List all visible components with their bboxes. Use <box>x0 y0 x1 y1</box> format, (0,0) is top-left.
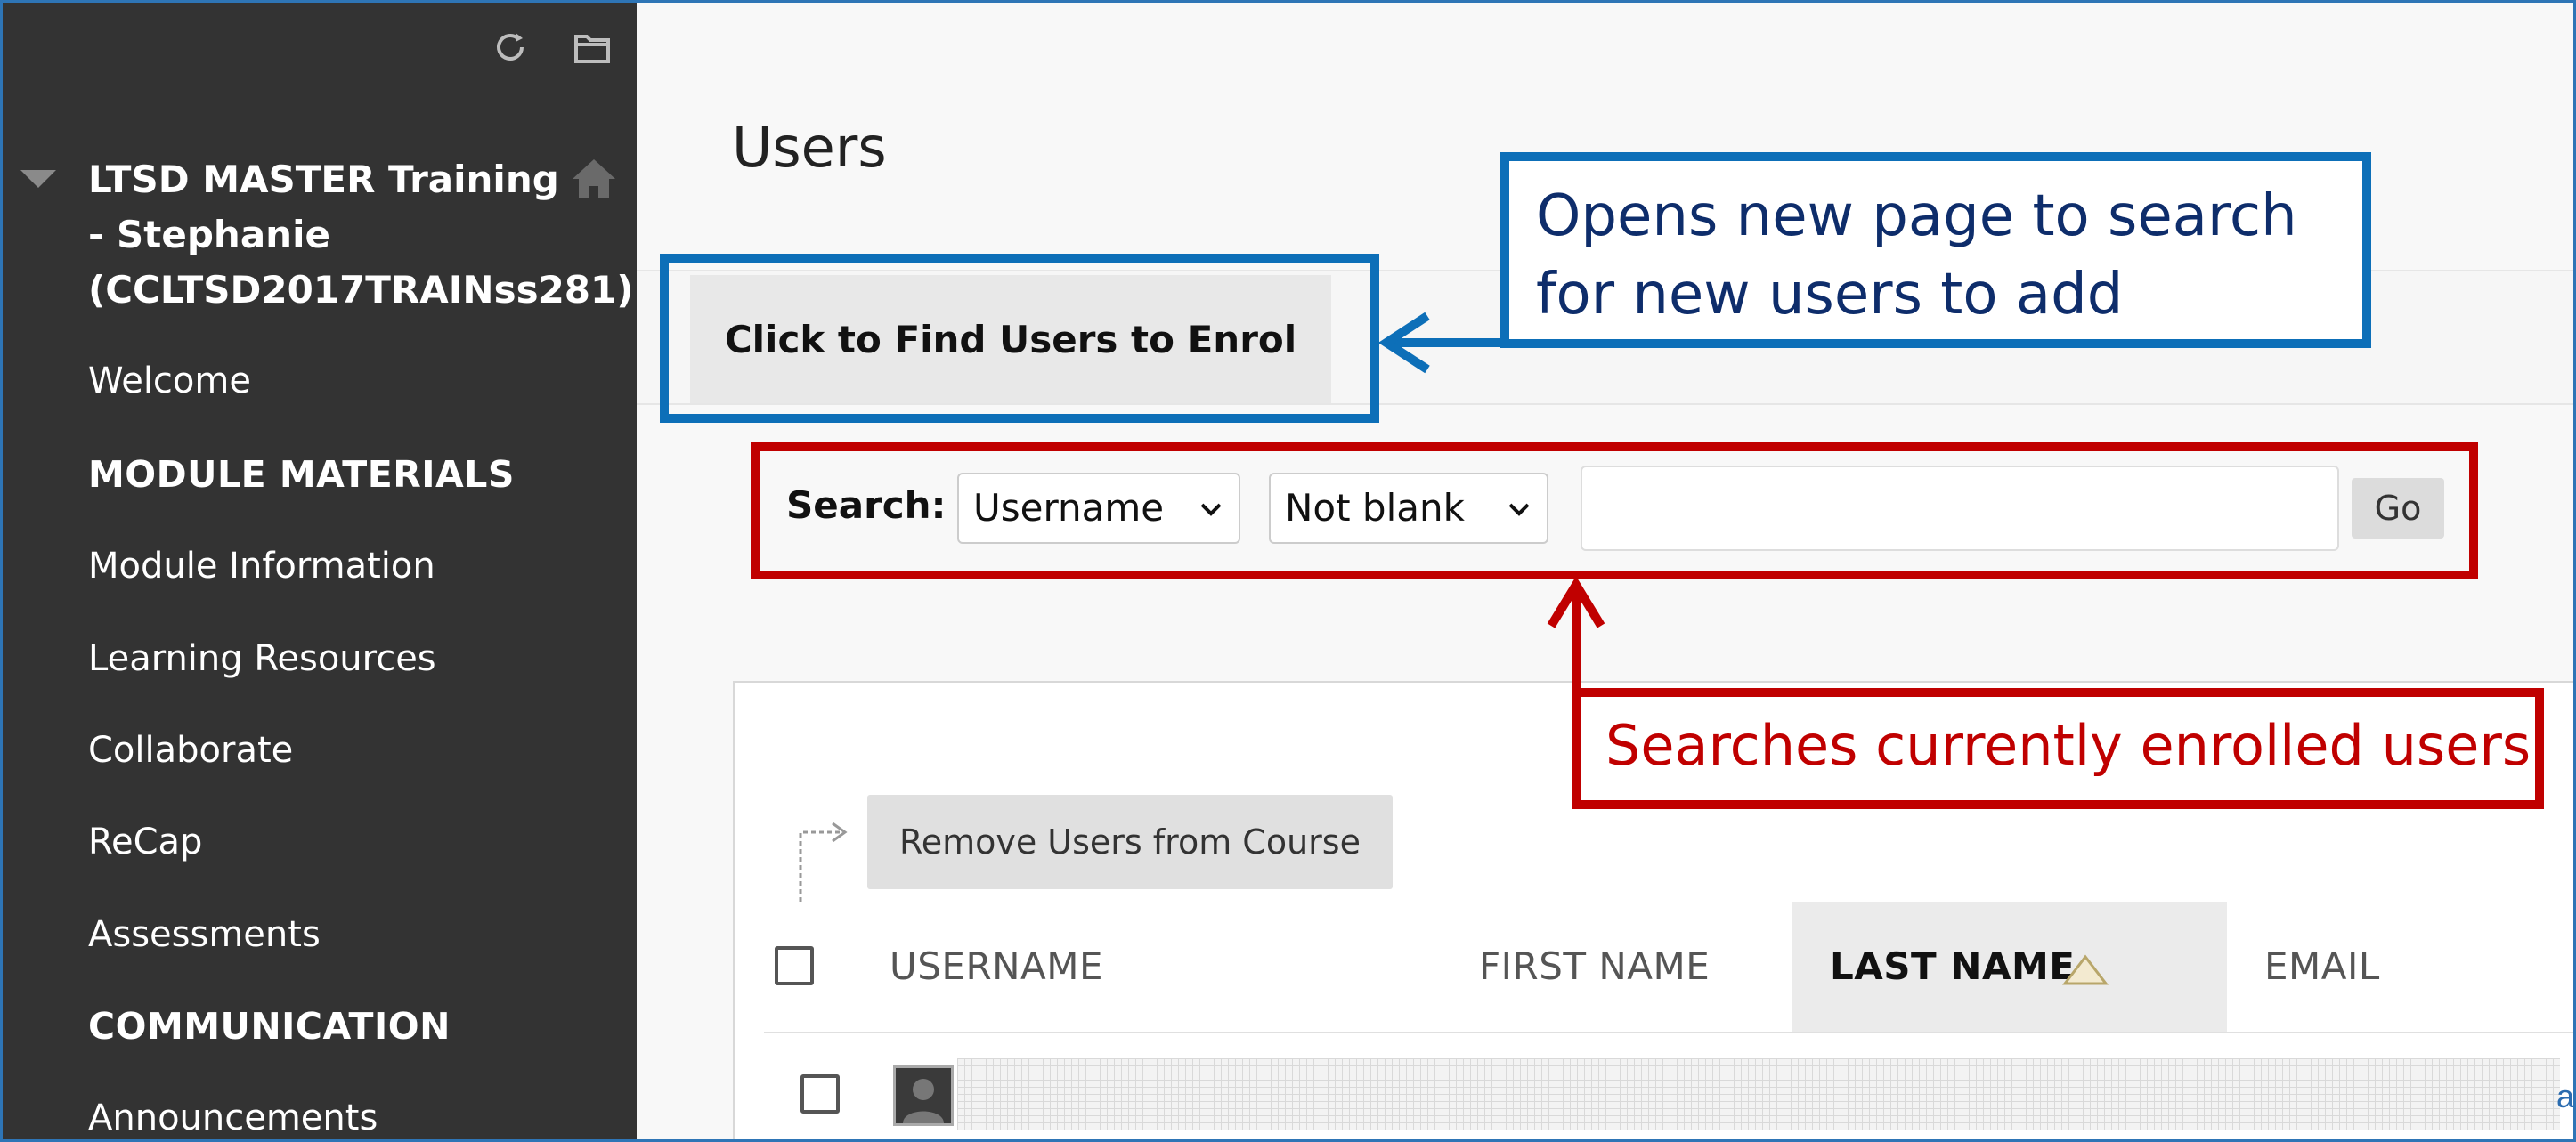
column-header-first-name[interactable]: FIRST NAME <box>1479 944 1710 988</box>
find-users-highlight-frame <box>660 254 1379 423</box>
select-all-checkbox[interactable] <box>775 946 814 985</box>
sidebar-item-announcements[interactable]: Announcements <box>88 1097 378 1138</box>
table-header-divider <box>764 1032 2573 1033</box>
sidebar-item-collaborate[interactable]: Collaborate <box>88 730 293 771</box>
refresh-icon[interactable] <box>491 28 530 67</box>
page-title: Users <box>732 115 887 180</box>
home-icon[interactable] <box>569 156 619 202</box>
sidebar-item-learning-resources[interactable]: Learning Resources <box>88 638 436 679</box>
sidebar-heading-communication: COMMUNICATION <box>88 1005 451 1048</box>
sort-ascending-icon[interactable] <box>2061 952 2109 987</box>
column-header-last-name[interactable]: LAST NAME <box>1830 944 2075 988</box>
course-sidebar: LTSD MASTER Training - Stephanie (CCLTSD… <box>3 3 637 1139</box>
redacted-user-row <box>957 1058 2560 1130</box>
folder-icon[interactable] <box>573 28 612 67</box>
column-header-email[interactable]: EMAIL <box>2264 944 2380 988</box>
course-title[interactable]: LTSD MASTER Training - Stephanie (CCLTSD… <box>88 152 633 318</box>
search-highlight-frame <box>751 442 2478 579</box>
screenshot-frame: LTSD MASTER Training - Stephanie (CCLTSD… <box>0 0 2576 1142</box>
column-header-username[interactable]: USERNAME <box>890 944 1103 988</box>
row-edge-link-text[interactable]: ar <box>2556 1078 2573 1115</box>
search-callout-text: Searches currently enrolled users <box>1605 713 2531 778</box>
sidebar-item-welcome[interactable]: Welcome <box>88 360 251 401</box>
sidebar-item-recap[interactable]: ReCap <box>88 822 202 863</box>
user-silhouette-icon <box>903 1079 944 1123</box>
row-action-arrow-icon <box>799 822 848 902</box>
row-checkbox[interactable] <box>800 1074 840 1114</box>
sidebar-heading-module-materials: MODULE MATERIALS <box>88 453 515 496</box>
sidebar-item-module-information[interactable]: Module Information <box>88 546 435 587</box>
find-users-callout-text: Opens new page to search for new users t… <box>1536 183 2297 328</box>
remove-users-from-course-button[interactable]: Remove Users from Course <box>867 795 1393 889</box>
collapse-arrow-icon[interactable] <box>20 170 56 188</box>
sidebar-item-assessments[interactable]: Assessments <box>88 914 321 955</box>
avatar <box>893 1065 954 1126</box>
